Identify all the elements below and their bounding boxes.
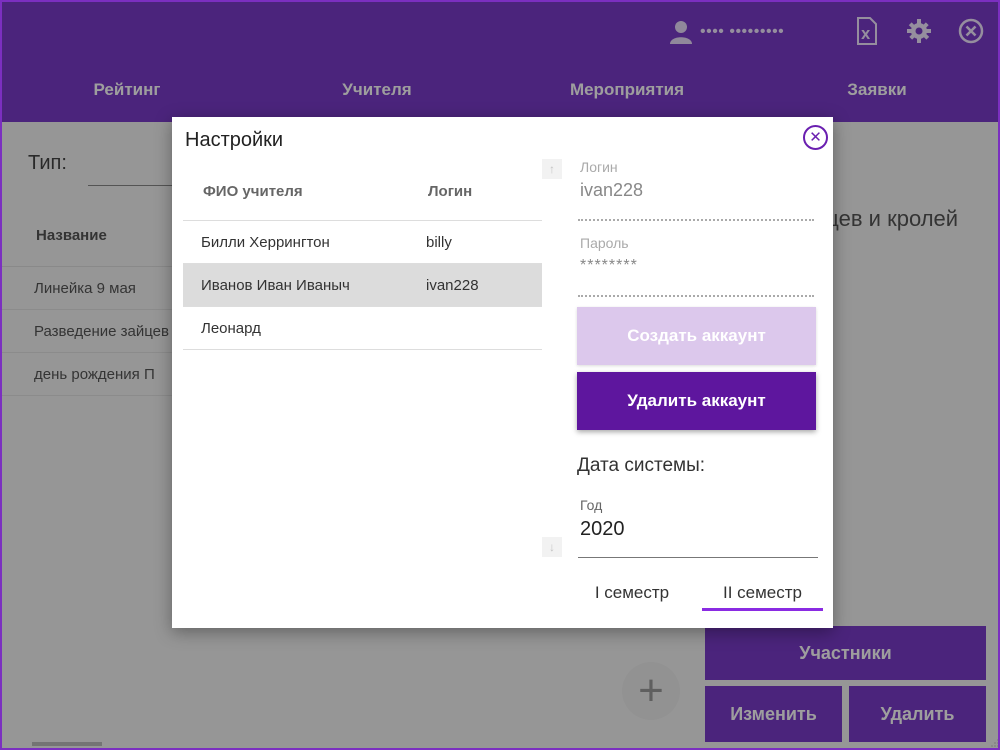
settings-dialog: Настройки ✕ ФИО учителя Логин Билли Херр…: [172, 117, 833, 628]
tab-semester-2[interactable]: II семестр: [702, 575, 823, 611]
teacher-name: Леонард: [201, 320, 261, 337]
year-label: Год: [580, 497, 603, 513]
year-underline: [578, 557, 818, 558]
teacher-login: billy: [426, 234, 452, 251]
column-teacher-name[interactable]: ФИО учителя: [203, 183, 303, 200]
teachers-table: ФИО учителя Логин Билли Херрингтон billy…: [183, 167, 542, 350]
teacher-name: Билли Херрингтон: [201, 234, 330, 251]
create-account-button[interactable]: Создать аккаунт: [577, 307, 816, 365]
teacher-row[interactable]: Леонард: [183, 307, 542, 350]
close-icon: ✕: [809, 129, 822, 146]
password-label: Пароль: [580, 235, 629, 251]
scroll-up-arrow-icon[interactable]: ↑: [542, 159, 562, 179]
delete-account-button[interactable]: Удалить аккаунт: [577, 372, 816, 430]
selected-tab-indicator: [702, 608, 823, 611]
system-date-heading: Дата системы:: [577, 455, 706, 476]
app-window: •••• ••••••••• X Рейтинг Учителя Меропри…: [0, 0, 1000, 750]
scroll-down-arrow-icon[interactable]: ↓: [542, 537, 562, 557]
close-dialog-button[interactable]: ✕: [803, 125, 828, 150]
login-field[interactable]: ivan228: [580, 180, 643, 201]
teacher-login: ivan228: [426, 277, 479, 294]
semester-tabs: I семестр II семестр: [577, 575, 823, 615]
password-field[interactable]: ********: [580, 257, 638, 275]
tab-semester-1[interactable]: I семестр: [577, 575, 687, 611]
teacher-name: Иванов Иван Иваныч: [201, 277, 350, 294]
resize-grip-icon[interactable]: [986, 736, 998, 748]
login-underline: [578, 219, 814, 221]
column-login[interactable]: Логин: [428, 183, 472, 200]
login-label: Логин: [580, 159, 618, 175]
teacher-row-selected[interactable]: Иванов Иван Иваныч ivan228: [183, 264, 542, 307]
year-input[interactable]: 2020: [580, 518, 625, 541]
teacher-row[interactable]: Билли Херрингтон billy: [183, 221, 542, 264]
dialog-title: Настройки: [185, 129, 284, 151]
password-underline: [578, 295, 814, 297]
teachers-table-header: ФИО учителя Логин: [183, 167, 542, 221]
